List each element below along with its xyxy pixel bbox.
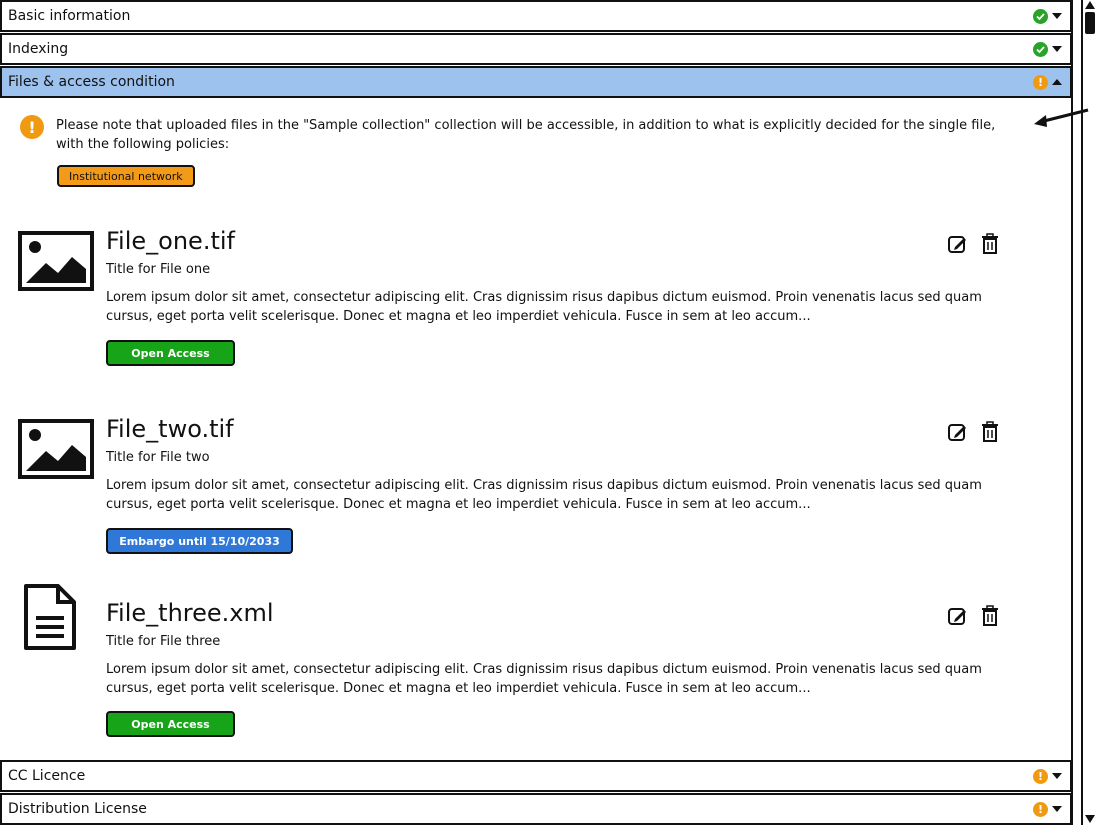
scroll-down-icon[interactable] bbox=[1085, 815, 1095, 823]
section-distribution-license[interactable]: Distribution License ! bbox=[0, 793, 1072, 825]
chevron-down-icon[interactable] bbox=[1052, 13, 1062, 19]
access-badge: Open Access bbox=[106, 711, 235, 737]
section-indexing[interactable]: Indexing bbox=[0, 33, 1072, 65]
edit-icon[interactable] bbox=[946, 604, 970, 628]
file-name[interactable]: File_three.xml bbox=[106, 598, 274, 628]
edit-icon[interactable] bbox=[946, 420, 970, 444]
scroll-thumb[interactable] bbox=[1085, 12, 1095, 34]
file-title: Title for File two bbox=[106, 450, 210, 465]
image-icon bbox=[18, 419, 94, 479]
section-label: Distribution License bbox=[8, 801, 147, 817]
chevron-down-icon[interactable] bbox=[1052, 806, 1062, 812]
file-description: Lorem ipsum dolor sit amet, consectetur … bbox=[106, 290, 982, 324]
warning-icon: ! bbox=[1033, 768, 1048, 784]
warning-icon: ! bbox=[1033, 801, 1048, 817]
section-label: CC Licence bbox=[8, 768, 86, 784]
section-label: Indexing bbox=[8, 41, 69, 57]
trash-icon[interactable] bbox=[978, 420, 1002, 444]
check-circle-icon bbox=[1033, 8, 1048, 24]
access-badge: Open Access bbox=[106, 340, 235, 366]
document-icon bbox=[24, 584, 76, 650]
section-cc-licence[interactable]: CC Licence ! bbox=[0, 760, 1072, 792]
warning-icon: ! bbox=[20, 115, 44, 139]
chevron-down-icon[interactable] bbox=[1052, 46, 1062, 52]
vertical-scrollbar[interactable] bbox=[1081, 0, 1095, 825]
trash-icon[interactable] bbox=[978, 232, 1002, 256]
chevron-up-icon[interactable] bbox=[1052, 79, 1062, 85]
section-label: Basic information bbox=[8, 8, 131, 24]
section-basic-information[interactable]: Basic information bbox=[0, 0, 1072, 32]
scroll-up-icon[interactable] bbox=[1085, 1, 1095, 9]
file-name[interactable]: File_two.tif bbox=[106, 414, 234, 444]
chevron-down-icon[interactable] bbox=[1052, 773, 1062, 779]
file-title: Title for File three bbox=[106, 634, 221, 649]
check-circle-icon bbox=[1033, 41, 1048, 57]
image-icon bbox=[18, 231, 94, 291]
access-badge: Embargo until 15/10/2033 bbox=[106, 528, 293, 554]
file-name[interactable]: File_one.tif bbox=[106, 226, 235, 256]
policy-badge: Institutional network bbox=[57, 165, 195, 187]
section-label: Files & access condition bbox=[8, 74, 175, 90]
submission-form: Basic information Indexing Files & acces… bbox=[0, 0, 1073, 825]
trash-icon[interactable] bbox=[978, 604, 1002, 628]
edit-icon[interactable] bbox=[946, 232, 970, 256]
file-description: Lorem ipsum dolor sit amet, consectetur … bbox=[106, 662, 982, 696]
notice-text: Please note that uploaded files in the "… bbox=[56, 118, 996, 152]
file-title: Title for File one bbox=[106, 262, 211, 277]
file-description: Lorem ipsum dolor sit amet, consectetur … bbox=[106, 478, 982, 512]
warning-icon: ! bbox=[1033, 74, 1048, 90]
section-files-access[interactable]: Files & access condition ! bbox=[0, 66, 1072, 98]
